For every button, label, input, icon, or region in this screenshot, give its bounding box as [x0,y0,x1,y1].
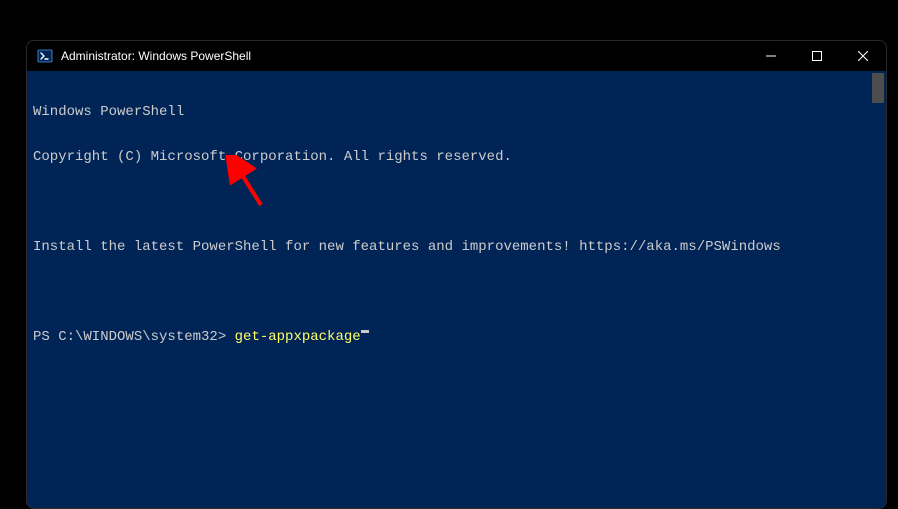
terminal-area[interactable]: Windows PowerShell Copyright (C) Microso… [27,71,886,508]
terminal-content[interactable]: Windows PowerShell Copyright (C) Microso… [27,71,870,508]
command-input[interactable]: get-appxpackage [235,330,361,345]
prompt-line[interactable]: PS C:\WINDOWS\system32> get-appxpackage [33,330,864,345]
minimize-button[interactable] [748,41,794,71]
close-button[interactable] [840,41,886,71]
powershell-icon [37,48,53,64]
window-controls [748,41,886,71]
output-line: Copyright (C) Microsoft Corporation. All… [33,150,864,165]
output-line: Windows PowerShell [33,105,864,120]
titlebar[interactable]: Administrator: Windows PowerShell [27,41,886,71]
powershell-window: Administrator: Windows PowerShell Window… [26,40,887,509]
scrollbar-thumb[interactable] [872,73,884,103]
output-line [33,285,864,300]
maximize-button[interactable] [794,41,840,71]
cursor-icon [361,330,369,333]
output-line: Install the latest PowerShell for new fe… [33,240,864,255]
prompt-text: PS C:\WINDOWS\system32> [33,330,235,345]
window-title: Administrator: Windows PowerShell [61,49,251,63]
output-line [33,195,864,210]
scrollbar[interactable] [870,71,886,508]
